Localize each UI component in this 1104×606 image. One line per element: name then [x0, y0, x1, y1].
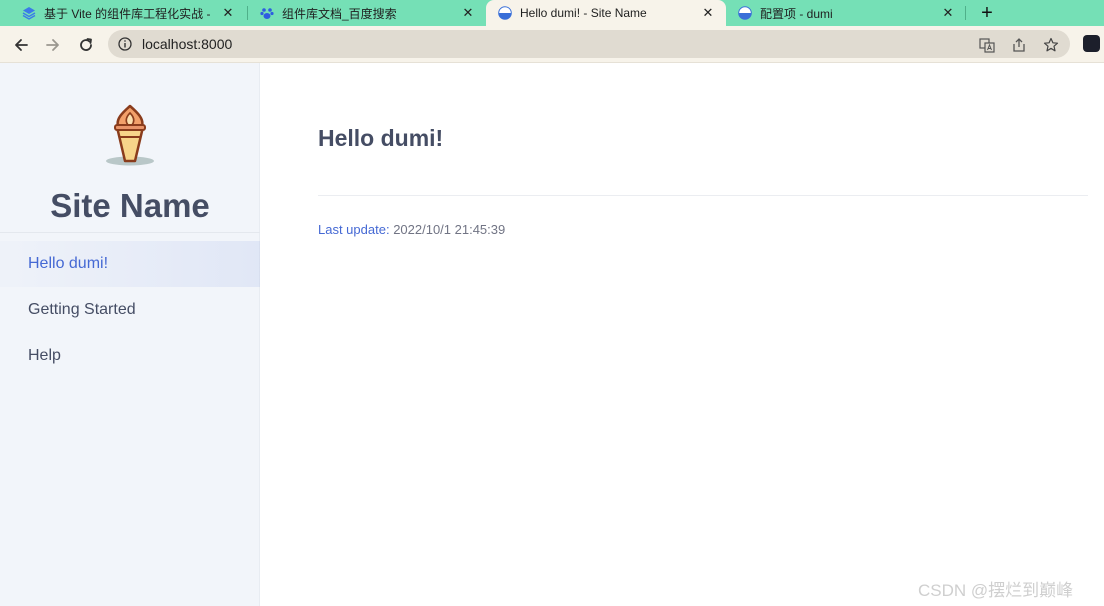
reload-icon[interactable] — [73, 32, 99, 58]
extension-icon[interactable] — [1083, 35, 1100, 52]
new-tab-button[interactable]: + — [974, 0, 1000, 26]
close-icon[interactable]: ✕ — [218, 3, 238, 23]
last-update-label: Last update: — [318, 222, 390, 237]
address-url: localhost:8000 — [142, 36, 233, 52]
sidebar-item-help[interactable]: Help — [0, 333, 260, 379]
dumi-globe-icon — [498, 6, 512, 20]
sidebar-item-hello-dumi[interactable]: Hello dumi! — [0, 241, 260, 287]
forward-icon[interactable] — [40, 32, 66, 58]
main-content: Hello dumi! Last update: 2022/10/1 21:45… — [260, 63, 1104, 606]
close-icon[interactable]: ✕ — [698, 3, 718, 23]
info-icon[interactable] — [118, 37, 132, 51]
tab-title: Hello dumi! - Site Name — [520, 6, 647, 20]
browser-toolbar: localhost:8000 — [0, 26, 1104, 63]
address-bar[interactable]: localhost:8000 — [108, 30, 1070, 58]
dumi-logo — [104, 103, 156, 167]
watermark: CSDN @摆烂到巅峰 — [918, 581, 1074, 600]
close-icon[interactable]: ✕ — [458, 3, 478, 23]
share-icon[interactable] — [1010, 36, 1028, 54]
sidebar-menu: Hello dumi! Getting Started Help — [0, 241, 260, 379]
sidebar: Site Name Hello dumi! Getting Started He… — [0, 63, 260, 606]
browser-tab[interactable]: 配置项 - dumi ✕ — [726, 0, 966, 26]
browser-tab[interactable]: 基于 Vite 的组件库工程化实战 - ✕ — [0, 0, 246, 26]
close-icon[interactable]: ✕ — [938, 3, 958, 23]
layers-icon — [22, 6, 36, 20]
tab-separator — [965, 6, 966, 20]
site-name[interactable]: Site Name — [0, 187, 260, 225]
tab-title: 组件库文档_百度搜索 — [282, 6, 397, 21]
tab-title: 配置项 - dumi — [760, 6, 833, 21]
sidebar-item-getting-started[interactable]: Getting Started — [0, 287, 260, 333]
back-icon[interactable] — [8, 32, 34, 58]
tab-title: 基于 Vite 的组件库工程化实战 - — [44, 6, 211, 21]
divider — [0, 232, 260, 233]
translate-icon[interactable] — [978, 36, 996, 54]
dumi-globe-icon — [738, 6, 752, 20]
last-update: Last update: 2022/10/1 21:45:39 — [318, 222, 505, 237]
browser-tab-active[interactable]: Hello dumi! - Site Name ✕ — [486, 0, 726, 26]
page-title: Hello dumi! — [318, 125, 444, 151]
browser-tab[interactable]: 组件库文档_百度搜索 ✕ — [238, 0, 486, 26]
browser-tab-strip: 基于 Vite 的组件库工程化实战 - ✕ 组件库文档_百度搜索 ✕ Hello… — [0, 0, 1104, 26]
last-update-value: 2022/10/1 21:45:39 — [393, 222, 506, 237]
divider — [318, 195, 1088, 196]
bookmark-star-icon[interactable] — [1042, 36, 1060, 54]
baidu-paw-icon — [260, 6, 274, 20]
